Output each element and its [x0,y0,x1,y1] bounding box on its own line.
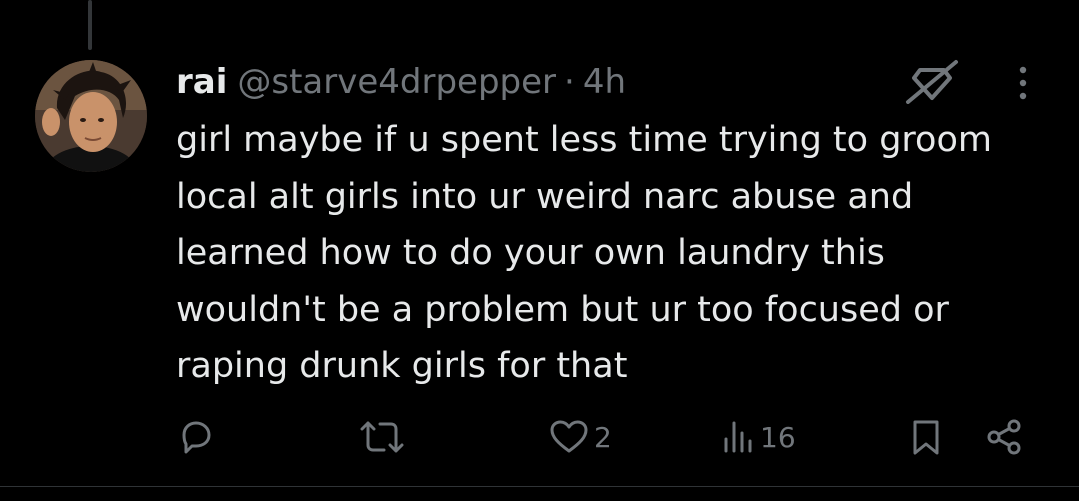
verified-slash-icon[interactable] [904,58,960,104]
views-button[interactable]: 16 [722,412,796,462]
avatar-image [35,60,147,172]
bookmark-icon [908,417,944,457]
reply-icon [176,417,216,457]
timestamp[interactable]: 4h [583,60,626,104]
retweet-button[interactable] [358,412,406,462]
more-options-icon[interactable] [1008,64,1038,102]
share-button[interactable] [984,412,1024,462]
action-bar: 2 16 [0,412,1079,462]
view-count: 16 [760,420,796,454]
tweet-text: girl maybe if u spent less time trying t… [176,120,992,386]
reply-button[interactable] [176,412,216,462]
like-icon [548,417,590,457]
share-icon [984,417,1024,457]
views-icon [722,417,756,457]
tweet-divider [0,486,1079,487]
retweet-icon [358,417,406,457]
header-separator: · [564,62,575,102]
thread-connector-line [88,0,92,50]
user-handle[interactable]: @starve4drpepper [237,60,556,104]
tweet-header: rai @starve4drpepper · 4h [176,60,626,104]
display-name[interactable]: rai [176,60,227,104]
like-button[interactable]: 2 [548,412,612,462]
like-count: 2 [594,420,612,454]
avatar[interactable] [35,60,147,172]
bookmark-button[interactable] [908,412,944,462]
